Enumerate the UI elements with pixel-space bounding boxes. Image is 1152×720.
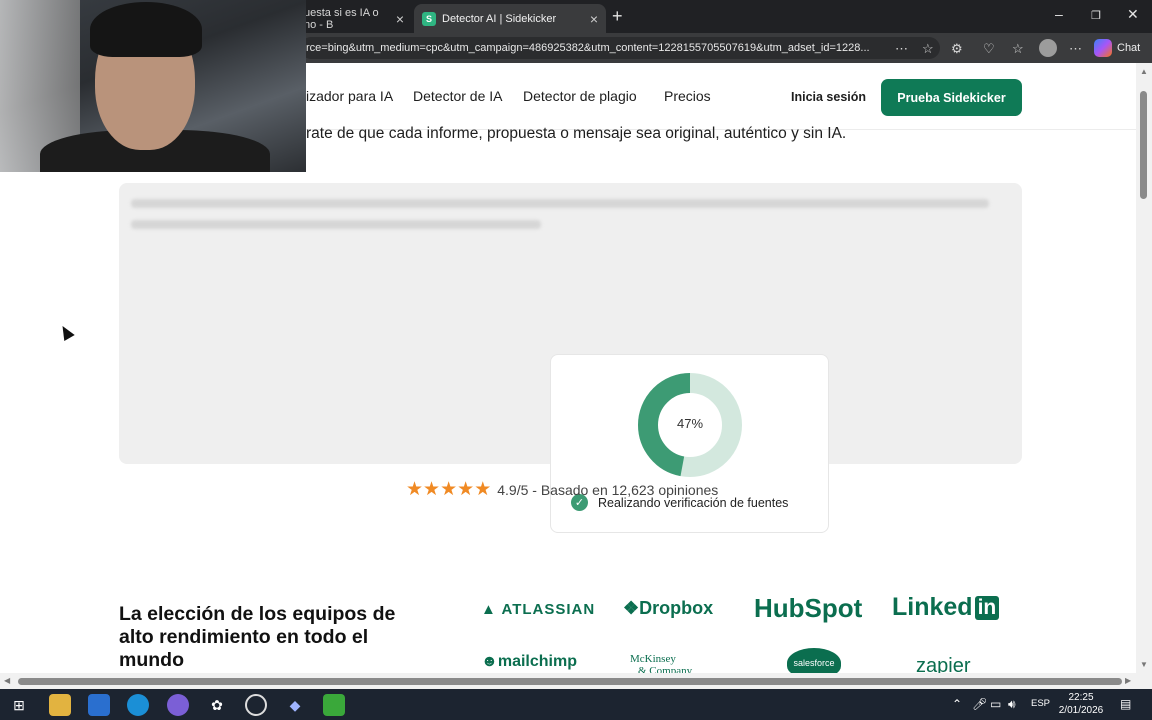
window-close-icon[interactable]: ✕ xyxy=(1127,6,1139,23)
nav-link-ai-detector[interactable]: Detector de IA xyxy=(413,88,503,104)
star-icon: ★ xyxy=(457,479,475,500)
minimize-icon[interactable]: – xyxy=(1055,6,1063,22)
logo-text: McKinsey xyxy=(630,653,676,665)
logo-text: & Company xyxy=(638,665,693,673)
favorite-star-icon[interactable]: ☆ xyxy=(922,41,934,57)
clock-date: 2/01/2026 xyxy=(1058,705,1104,716)
text-input-area[interactable]: 47% ✓ Realizando verificación de fuentes xyxy=(119,183,1022,533)
notifications-icon[interactable]: ▤ xyxy=(1120,697,1131,711)
tab-label: Detector AI | Sidekicker xyxy=(442,12,557,25)
mckinsey-logo: McKinsey & Company xyxy=(630,653,692,673)
app-icon[interactable] xyxy=(167,694,189,716)
linkedin-logo: Linked in xyxy=(892,593,1000,622)
blurred-text-line xyxy=(131,199,989,208)
vertical-scroll-thumb[interactable] xyxy=(1140,91,1147,199)
analysis-progress-card: 47% ✓ Realizando verificación de fuentes xyxy=(550,354,829,533)
horizontal-scroll-thumb[interactable] xyxy=(18,678,1122,685)
logo-text: Dropbox xyxy=(639,598,714,618)
scroll-right-icon[interactable]: ▶ xyxy=(1125,676,1131,685)
edge-browser-icon[interactable] xyxy=(127,694,149,716)
close-icon[interactable]: × xyxy=(396,11,404,27)
star-icon: ★ xyxy=(474,479,492,500)
mailchimp-mark-icon: ☻ xyxy=(481,653,498,670)
dropbox-logo: ❖Dropbox xyxy=(623,598,713,619)
chat-label: Chat xyxy=(1117,42,1141,54)
clock-time: 22:25 xyxy=(1068,692,1094,703)
more-options-icon[interactable]: ⋯ xyxy=(1069,41,1082,57)
system-clock[interactable]: 22:25 2/01/2026 xyxy=(1053,691,1109,717)
atlassian-logo: ▲ ATLASSIAN xyxy=(481,601,595,618)
input-language[interactable]: ESP xyxy=(1031,698,1050,709)
hero-subtitle: rate de que cada informe, propuesta o me… xyxy=(306,125,847,142)
login-link[interactable]: Inicia sesión xyxy=(791,90,866,104)
linkedin-in-badge: in xyxy=(974,595,1000,620)
extensions-icon[interactable]: ⚙ xyxy=(951,41,963,57)
rating-row: ★ ★ ★ ★ ★ 4.9/5 - Basado en 12,623 opini… xyxy=(406,480,718,499)
close-icon[interactable]: × xyxy=(590,11,598,27)
salesforce-logo: salesforce xyxy=(787,648,841,673)
favorites-icon[interactable]: ☆ xyxy=(1012,41,1024,57)
tab-inactive[interactable]: uesta si es IA o no - B × xyxy=(296,4,412,33)
copilot-icon xyxy=(1094,39,1112,57)
tab-active[interactable]: S Detector AI | Sidekicker × xyxy=(414,4,606,33)
blurred-text-line xyxy=(131,220,541,229)
teams-heading: La elección de los equipos de alto rendi… xyxy=(119,603,396,671)
atlassian-mark-icon: ▲ xyxy=(481,601,502,618)
star-icon: ★ xyxy=(406,479,424,500)
tray-expand-icon[interactable]: ⌃ xyxy=(952,697,962,711)
new-tab-icon[interactable]: + xyxy=(612,6,623,27)
dropbox-mark-icon: ❖ xyxy=(623,598,640,618)
scroll-down-icon[interactable]: ▼ xyxy=(1140,660,1148,669)
webcam-person-hair xyxy=(90,2,202,57)
app-icon[interactable]: ◆ xyxy=(284,694,306,716)
url-field[interactable]: rce=bing&utm_medium=cpc&utm_campaign=486… xyxy=(300,37,940,59)
volume-icon[interactable]: 🔊︎ xyxy=(1008,697,1016,712)
mailchimp-logo: ☻mailchimp xyxy=(481,653,577,671)
hubspot-logo: HubSpot xyxy=(754,593,863,623)
webcam-overlay xyxy=(0,0,306,172)
horizontal-scrollbar[interactable]: ◀ ▶ xyxy=(0,673,1152,689)
nav-link-pricing[interactable]: Precios xyxy=(664,88,711,104)
rating-text: 4.9/5 - Basado en 12,623 opiniones xyxy=(497,481,719,498)
network-icon[interactable]: ▭ xyxy=(990,697,1001,711)
file-explorer-icon[interactable] xyxy=(49,694,71,716)
nav-link-plagiarism[interactable]: Detector de plagio xyxy=(523,88,637,104)
outlook-icon[interactable] xyxy=(88,694,110,716)
try-sidekicker-button[interactable]: Prueba Sidekicker xyxy=(881,79,1022,116)
logo-text: mailchimp xyxy=(497,653,577,670)
vertical-scrollbar[interactable]: ▲ ▼ xyxy=(1136,63,1152,673)
nav-link-humanizer[interactable]: izador para IA xyxy=(306,88,393,104)
sidekicker-favicon-icon: S xyxy=(422,11,436,26)
microphone-icon[interactable]: 🎤︎ xyxy=(972,697,987,711)
star-icon: ★ xyxy=(423,479,441,500)
browser-essentials-icon[interactable]: ♡ xyxy=(983,41,995,57)
scroll-left-icon[interactable]: ◀ xyxy=(4,676,10,685)
profile-avatar[interactable] xyxy=(1039,39,1057,57)
chatgpt-icon[interactable]: ✿ xyxy=(206,694,228,716)
zapier-logo: zapier xyxy=(916,655,971,673)
logo-text: Linked xyxy=(892,593,973,621)
reader-icon[interactable]: ⋯ xyxy=(895,41,908,57)
star-rating: ★ ★ ★ ★ ★ xyxy=(406,480,491,499)
star-icon: ★ xyxy=(440,479,458,500)
tab-label: uesta si es IA o no - B xyxy=(304,6,379,31)
windows-start-icon[interactable]: ⊞ xyxy=(8,694,30,716)
logo-text: ATLASSIAN xyxy=(501,601,596,618)
copilot-chat-button[interactable]: Chat xyxy=(1094,38,1140,58)
windows-taskbar: ⊞ ✿ ◆ ⌃ 🎤︎ ▭ 🔊︎ ESP 22:25 2/01/2026 ▤ xyxy=(0,689,1152,720)
obs-icon[interactable] xyxy=(245,694,267,716)
scroll-up-icon[interactable]: ▲ xyxy=(1140,67,1148,76)
restore-icon[interactable]: ❐ xyxy=(1091,9,1101,22)
minecraft-icon[interactable] xyxy=(323,694,345,716)
progress-percent: 47% xyxy=(676,416,704,431)
